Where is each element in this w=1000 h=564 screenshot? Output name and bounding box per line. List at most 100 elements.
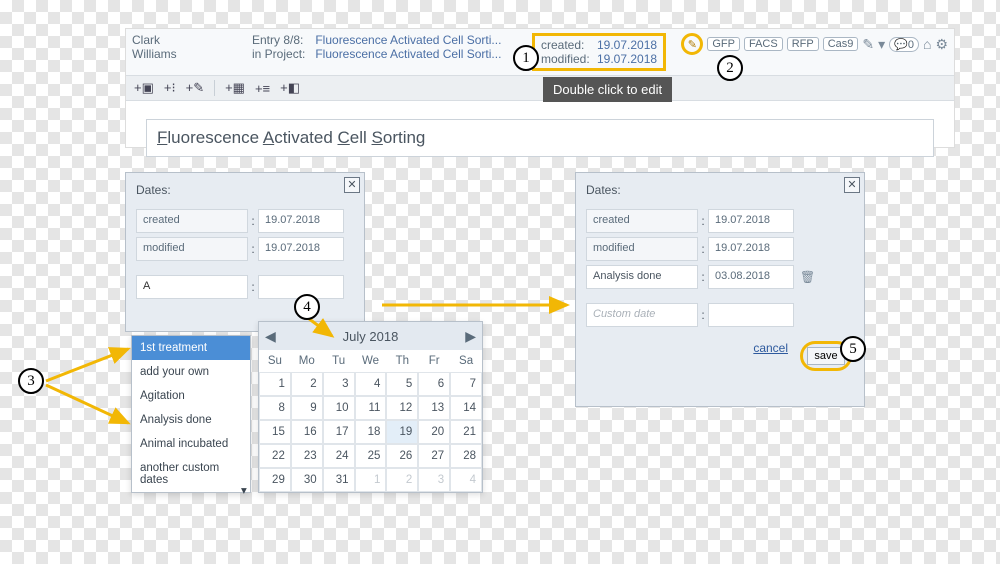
calendar-dow: Fr <box>418 350 450 372</box>
calendar-day[interactable]: 20 <box>418 420 450 444</box>
chevron-down-icon[interactable]: ▾ <box>878 36 885 53</box>
calendar-day[interactable]: 13 <box>418 396 450 420</box>
toolbar: +▣ +⁝ +✎ +▦ +≡ +◧ <box>126 75 954 101</box>
annotation-1: 1 <box>513 45 539 71</box>
add-table-button[interactable]: +▦ <box>225 80 245 96</box>
calendar-day[interactable]: 10 <box>323 396 355 420</box>
cancel-link[interactable]: cancel <box>753 341 788 371</box>
tag[interactable]: Cas9 <box>823 37 859 51</box>
custom-date-row: Custom date : <box>586 303 854 327</box>
suggestion-dropdown: 1st treatment add your own Agitation Ana… <box>131 335 251 493</box>
calendar-dow: Tu <box>323 350 355 372</box>
add-item-button[interactable]: +▣ <box>134 80 154 96</box>
date-label: modified <box>136 237 248 261</box>
user-first: Clark <box>132 33 252 47</box>
calendar-day[interactable]: 14 <box>450 396 482 420</box>
edit-tags-icon[interactable]: ✎ <box>862 36 874 53</box>
gear-icon[interactable]: ⚙ <box>935 36 948 53</box>
calendar-day[interactable]: 16 <box>291 420 323 444</box>
suggestion-item[interactable]: Animal incubated <box>132 432 250 456</box>
calendar-day[interactable]: 30 <box>291 468 323 492</box>
project-link[interactable]: Fluorescence Activated Cell Sorti... <box>315 47 501 61</box>
close-icon[interactable]: ✕ <box>344 177 360 193</box>
calendar-day[interactable]: 3 <box>323 372 355 396</box>
date-value[interactable]: 19.07.2018 <box>708 237 794 261</box>
calendar-month: July 2018 <box>343 329 399 344</box>
date-row: modified : 19.07.2018 <box>586 237 854 261</box>
calendar-dow: Su <box>259 350 291 372</box>
comments-badge[interactable]: 💬0 <box>889 37 919 52</box>
calendar-day[interactable]: 31 <box>323 468 355 492</box>
calendar-day[interactable]: 24 <box>323 444 355 468</box>
calendar-day[interactable]: 2 <box>386 468 418 492</box>
tag[interactable]: GFP <box>707 37 740 51</box>
calendar-day[interactable]: 7 <box>450 372 482 396</box>
prev-month-button[interactable]: ◀ <box>265 328 276 345</box>
calendar-day[interactable]: 26 <box>386 444 418 468</box>
calendar-day[interactable]: 2 <box>291 372 323 396</box>
calendar-day[interactable]: 21 <box>450 420 482 444</box>
date-value[interactable]: 19.07.2018 <box>708 209 794 233</box>
date-label[interactable]: Analysis done <box>586 265 698 289</box>
calendar-day[interactable]: 17 <box>323 420 355 444</box>
tag[interactable]: RFP <box>787 37 819 51</box>
calendar-day[interactable]: 11 <box>355 396 387 420</box>
calendar-day[interactable]: 9 <box>291 396 323 420</box>
tag[interactable]: FACS <box>744 37 783 51</box>
calendar-day[interactable]: 4 <box>355 372 387 396</box>
suggestion-item[interactable]: Agitation <box>132 384 250 408</box>
add-entry-button[interactable]: +⁝ <box>164 80 176 96</box>
dates-panel-edit: ✕ Dates: created : 19.07.2018 modified :… <box>125 172 365 332</box>
calendar-dow: We <box>355 350 387 372</box>
date-value[interactable]: 19.07.2018 <box>258 237 344 261</box>
next-month-button[interactable]: ▶ <box>465 328 476 345</box>
add-attachment-button[interactable]: +✎ <box>186 80 204 96</box>
chevron-down-icon[interactable]: ▾ <box>233 477 249 491</box>
entry-link[interactable]: Fluorescence Activated Cell Sorti... <box>315 33 501 47</box>
edit-dates-icon[interactable]: ✎ <box>681 33 703 55</box>
calendar-day[interactable]: 28 <box>450 444 482 468</box>
suggestion-item[interactable]: add your own <box>132 360 250 384</box>
calendar-day[interactable]: 27 <box>418 444 450 468</box>
add-block-button[interactable]: +◧ <box>280 80 300 96</box>
calendar-day[interactable]: 19 <box>386 420 418 444</box>
date-value[interactable]: 19.07.2018 <box>258 209 344 233</box>
custom-date-placeholder[interactable]: Custom date <box>586 303 698 327</box>
calendar-day[interactable]: 23 <box>291 444 323 468</box>
entry-meta: Entry 8/8: Fluorescence Activated Cell S… <box>252 33 532 61</box>
dates-summary-box[interactable]: created:19.07.2018 modified:19.07.2018 <box>532 33 666 71</box>
created-date: 19.07.2018 <box>597 38 657 52</box>
calendar-day[interactable]: 1 <box>259 372 291 396</box>
calendar-dow: Mo <box>291 350 323 372</box>
date-row: modified : 19.07.2018 <box>136 237 354 261</box>
panel-title: Dates: <box>576 173 864 205</box>
custom-date-value[interactable] <box>708 303 794 327</box>
trash-icon[interactable]: 🗑 <box>800 270 815 284</box>
calendar-day[interactable]: 6 <box>418 372 450 396</box>
user-name: Clark Williams <box>132 33 252 61</box>
custom-date-input[interactable]: A <box>136 275 248 299</box>
suggestion-item[interactable]: 1st treatment <box>132 336 250 360</box>
calendar-day[interactable]: 29 <box>259 468 291 492</box>
calendar-day[interactable]: 22 <box>259 444 291 468</box>
calendar-day[interactable]: 18 <box>355 420 387 444</box>
close-icon[interactable]: ✕ <box>844 177 860 193</box>
date-value[interactable]: 03.08.2018 <box>708 265 794 289</box>
calendar-day[interactable]: 1 <box>355 468 387 492</box>
calendar-day[interactable]: 12 <box>386 396 418 420</box>
calendar-day[interactable]: 25 <box>355 444 387 468</box>
entry-title-input[interactable]: Fluorescence Activated Cell Sorting <box>146 119 934 157</box>
calendar-day[interactable]: 3 <box>418 468 450 492</box>
calendar-dow: Sa <box>450 350 482 372</box>
annotation-2: 2 <box>717 55 743 81</box>
calendar-day[interactable]: 15 <box>259 420 291 444</box>
dates-panel-save: ✕ Dates: created : 19.07.2018 modified :… <box>575 172 865 407</box>
calendar-day[interactable]: 4 <box>450 468 482 492</box>
suggestion-item[interactable]: Analysis done <box>132 408 250 432</box>
app-header-region: Clark Williams Entry 8/8: Fluorescence A… <box>125 28 955 148</box>
calendar-day[interactable]: 8 <box>259 396 291 420</box>
add-list-button[interactable]: +≡ <box>255 80 270 96</box>
home-icon[interactable]: ⌂ <box>923 36 931 52</box>
annotation-5: 5 <box>840 336 866 362</box>
calendar-day[interactable]: 5 <box>386 372 418 396</box>
